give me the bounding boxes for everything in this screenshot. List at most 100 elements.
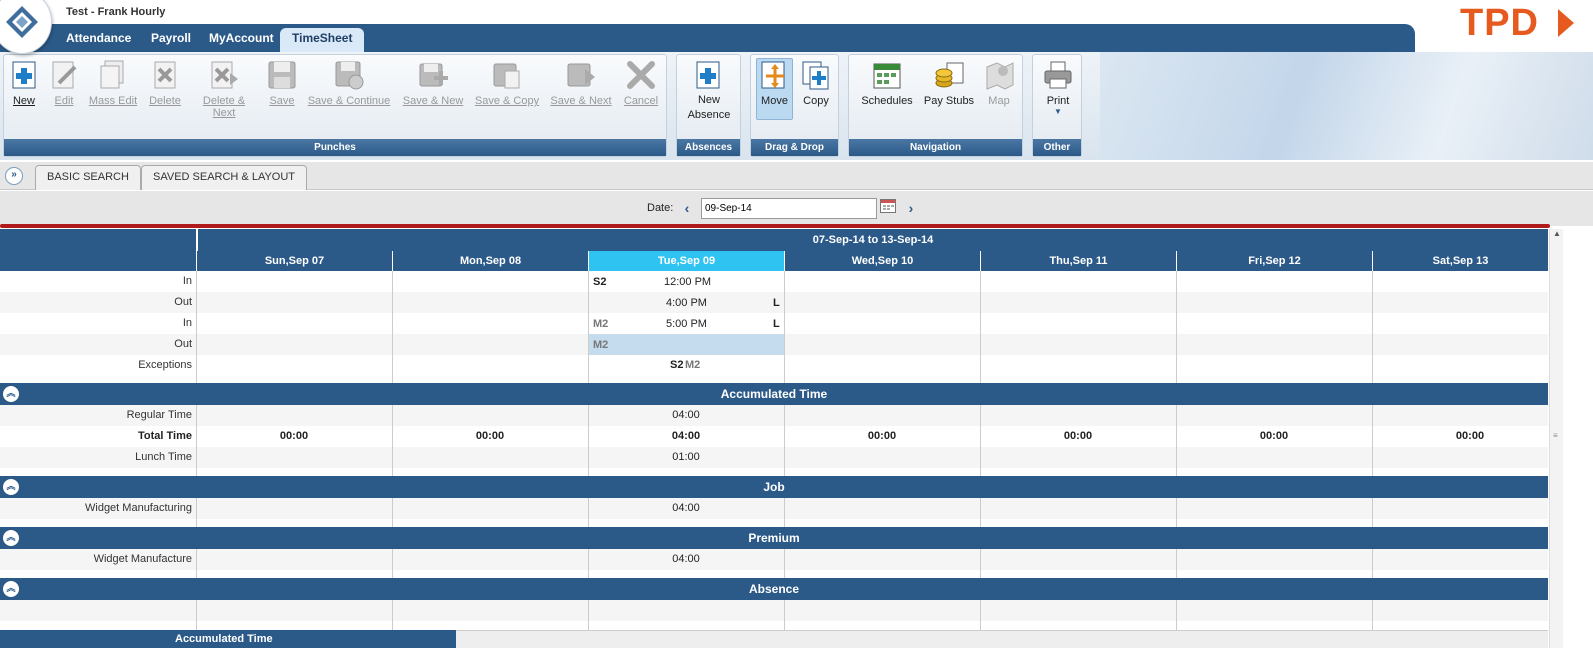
date-prev-icon[interactable]: ‹ <box>680 201 694 216</box>
delete-next-icon <box>208 59 240 91</box>
tab-attendance[interactable]: Attendance <box>66 28 131 52</box>
print-dropdown-icon[interactable]: ▼ <box>1040 107 1076 117</box>
day-header-tue[interactable]: Tue,Sep 09 <box>588 251 784 271</box>
date-picker-icon[interactable] <box>880 199 896 213</box>
lunch-flag: L <box>773 318 780 330</box>
new-absence-button[interactable]: New Absence <box>681 59 737 123</box>
bottom-summary-bar: Accumulated Time <box>0 630 456 648</box>
exception-code[interactable]: S2 <box>670 359 683 371</box>
vertical-scrollbar[interactable]: ▲ ≡ <box>1549 229 1563 648</box>
brand-arrow-icon <box>1558 9 1574 37</box>
week-range: 07-Sep-14 to 13-Sep-14 <box>197 229 1548 251</box>
expand-search-icon[interactable]: » <box>5 167 23 185</box>
total-time-wed: 00:00 <box>867 430 897 442</box>
move-button[interactable]: Move <box>756 58 793 120</box>
day-header-thu[interactable]: Thu,Sep 11 <box>980 251 1176 271</box>
top-bar <box>0 0 1593 24</box>
tab-payroll[interactable]: Payroll <box>151 28 191 52</box>
brand-logo: TPD <box>1460 2 1539 44</box>
ribbon-group-label-absences: Absences <box>677 139 740 156</box>
date-next-icon[interactable]: › <box>904 201 918 216</box>
day-header-mon[interactable]: Mon,Sep 08 <box>392 251 588 271</box>
new-absence-icon <box>693 59 725 91</box>
lunch-flag: L <box>773 297 780 309</box>
delete-icon <box>149 59 181 91</box>
cancel-icon <box>625 59 657 91</box>
collapse-icon[interactable]: ︽ <box>3 479 19 495</box>
save-copy-button[interactable]: Save & Copy <box>474 59 540 107</box>
punch-time[interactable]: 5:00 PM <box>666 318 707 330</box>
shift-code[interactable]: M2 <box>593 318 608 330</box>
copy-icon <box>800 59 832 91</box>
tab-basic-search[interactable]: BASIC SEARCH <box>35 165 141 190</box>
save-next-button[interactable]: Save & Next <box>549 59 613 107</box>
row-label: Out <box>174 338 192 350</box>
day-header-fri[interactable]: Fri,Sep 12 <box>1176 251 1372 271</box>
ribbon-group-label-navigation: Navigation <box>849 139 1022 156</box>
copy-button[interactable]: Copy <box>798 59 834 107</box>
total-time-row: Total Time 00:00 00:00 04:00 00:00 00:00… <box>0 426 1548 447</box>
edit-button[interactable]: Edit <box>49 59 79 107</box>
ribbon-group-dragdrop: Move Copy Drag & Drop <box>750 54 839 157</box>
pay-stubs-button[interactable]: Pay Stubs <box>921 59 977 107</box>
premium-row: Widget Manufacture 04:00 <box>0 549 1548 570</box>
row-label: Exceptions <box>138 359 192 371</box>
map-button[interactable]: Map <box>981 59 1017 107</box>
mass-edit-button[interactable]: Mass Edit <box>88 59 138 107</box>
regular-time-tue: 04:00 <box>672 409 700 421</box>
map-pin-icon <box>983 59 1015 91</box>
punch-time[interactable]: 4:00 PM <box>666 297 707 309</box>
collapse-icon[interactable]: ︽ <box>3 581 19 597</box>
new-button[interactable]: New <box>9 59 39 107</box>
save-next-icon <box>565 59 597 91</box>
punch-row-out-2: Out <box>0 334 1548 355</box>
regular-time-row: Regular Time 04:00 <box>0 405 1548 426</box>
save-continue-button[interactable]: Save & Continue <box>307 59 391 107</box>
date-input[interactable] <box>701 198 877 219</box>
punch-time[interactable]: 12:00 PM <box>664 276 711 288</box>
schedules-button[interactable]: Schedules <box>859 59 915 107</box>
day-header-wed[interactable]: Wed,Sep 10 <box>784 251 980 271</box>
save-new-button[interactable]: Save & New <box>400 59 466 107</box>
cancel-button[interactable]: Cancel <box>621 59 661 107</box>
collapse-icon[interactable]: ︽ <box>3 386 19 402</box>
day-header-sun[interactable]: Sun,Sep 07 <box>196 251 392 271</box>
tab-timesheet[interactable]: TimeSheet <box>280 28 365 52</box>
section-absence: ︽ Absence <box>0 578 1548 600</box>
save-icon <box>266 59 298 91</box>
selected-punch-cell[interactable] <box>588 334 784 355</box>
total-time-tue: 04:00 <box>671 430 701 442</box>
premium-time-tue: 04:00 <box>672 553 700 565</box>
scroll-up-icon[interactable]: ▲ <box>1553 229 1561 238</box>
collapse-icon[interactable]: ︽ <box>3 530 19 546</box>
shift-code[interactable]: M2 <box>593 339 608 351</box>
coins-icon <box>933 59 965 91</box>
row-label: In <box>182 275 192 287</box>
calendar-icon <box>871 59 903 91</box>
section-job: ︽ Job <box>0 476 1548 498</box>
exception-code[interactable]: M2 <box>685 359 700 371</box>
absence-row <box>0 600 1548 621</box>
total-time-sun: 00:00 <box>279 430 309 442</box>
lunch-time-tue: 01:00 <box>672 451 700 463</box>
save-new-icon <box>417 59 449 91</box>
delete-next-button[interactable]: Delete & Next <box>191 59 257 119</box>
edit-icon <box>49 59 81 91</box>
tab-myaccount[interactable]: MyAccount <box>209 28 274 52</box>
tab-saved-search-layout[interactable]: SAVED SEARCH & LAYOUT <box>141 165 308 190</box>
section-accumulated-time: ︽ Accumulated Time <box>0 383 1548 405</box>
ribbon-group-label-punches: Punches <box>4 139 666 156</box>
job-row: Widget Manufacturing 04:00 <box>0 498 1548 519</box>
ribbon-group-navigation: Schedules Pay Stubs Map Navigation <box>848 54 1023 157</box>
divider-line <box>0 224 1550 228</box>
job-time-tue: 04:00 <box>672 502 700 514</box>
day-header-sat[interactable]: Sat,Sep 13 <box>1372 251 1548 271</box>
total-time-mon: 00:00 <box>475 430 505 442</box>
save-button[interactable]: Save <box>265 59 299 107</box>
shift-code[interactable]: S2 <box>593 276 606 288</box>
scroll-thumb[interactable]: ≡ <box>1553 432 1558 440</box>
delete-button[interactable]: Delete <box>147 59 183 107</box>
print-button[interactable]: Print ▼ <box>1040 59 1076 117</box>
main-nav: Attendance Payroll MyAccount TimeSheet <box>0 24 1415 52</box>
lunch-time-row: Lunch Time 01:00 <box>0 447 1548 468</box>
